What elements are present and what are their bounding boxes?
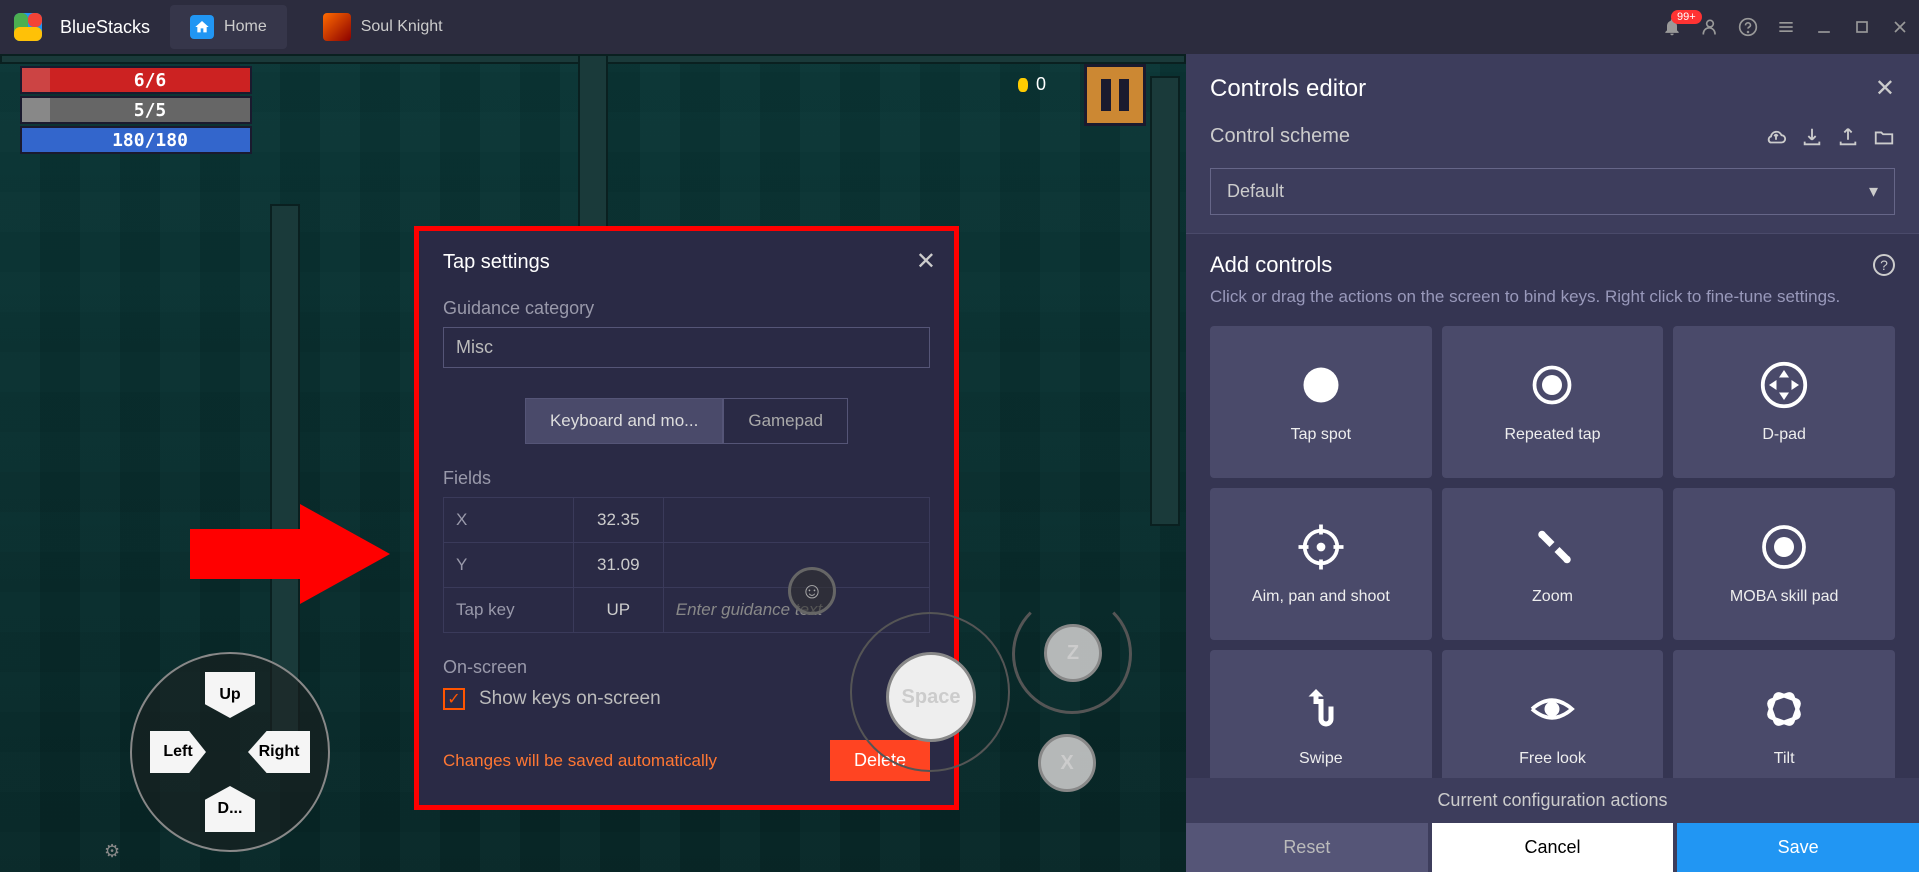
zoom-icon — [1527, 522, 1577, 572]
add-controls-help-icon[interactable]: ? — [1873, 254, 1895, 276]
menu-icon[interactable] — [1775, 16, 1797, 38]
tap-spot-icon — [1296, 360, 1346, 410]
table-row: X32.35 — [444, 498, 930, 543]
account-icon[interactable] — [1699, 16, 1721, 38]
control-free-look[interactable]: Free look — [1442, 650, 1664, 779]
cancel-button[interactable]: Cancel — [1432, 823, 1674, 872]
control-moba-pad[interactable]: MOBA skill pad — [1673, 488, 1895, 640]
close-window-icon[interactable] — [1889, 16, 1911, 38]
guidance-category-input[interactable] — [443, 327, 930, 368]
control-repeated-tap[interactable]: Repeated tap — [1442, 326, 1664, 478]
modal-close-icon[interactable]: ✕ — [916, 247, 936, 276]
sidebar-close-icon[interactable]: ✕ — [1875, 74, 1895, 103]
tab-keyboard-mouse[interactable]: Keyboard and mo... — [525, 398, 723, 444]
moba-pad-icon — [1759, 522, 1809, 572]
pause-button[interactable] — [1084, 64, 1146, 126]
home-icon — [190, 15, 214, 39]
x-value-input[interactable]: 32.35 — [573, 498, 663, 543]
modal-title: Tap settings — [443, 251, 930, 274]
dpad-down[interactable]: D... — [205, 786, 255, 832]
fields-table: X32.35 Y31.09 Tap keyUPEnter guidance te… — [443, 497, 930, 633]
table-row: Y31.09 — [444, 543, 930, 588]
tap-key-input[interactable]: UP — [573, 588, 663, 633]
autosave-notice: Changes will be saved automatically — [443, 751, 717, 771]
notif-badge: 99+ — [1671, 10, 1702, 24]
minimize-icon[interactable] — [1813, 16, 1835, 38]
tab-game[interactable]: Soul Knight — [303, 3, 463, 51]
tilt-icon — [1759, 684, 1809, 734]
space-key-overlay[interactable]: Space — [886, 652, 976, 742]
dpad-icon — [1759, 360, 1809, 410]
emote-button[interactable]: ☺ — [788, 567, 836, 615]
shield-value: 5/5 — [50, 98, 250, 122]
dpad-right[interactable]: Right — [248, 731, 310, 773]
game-app-icon — [323, 13, 351, 41]
control-zoom[interactable]: Zoom — [1442, 488, 1664, 640]
dpad-overlay[interactable]: Up D... Left Right — [130, 652, 330, 852]
chevron-down-icon: ▾ — [1869, 181, 1878, 202]
swipe-icon — [1296, 684, 1346, 734]
save-button[interactable]: Save — [1677, 823, 1919, 872]
export-icon[interactable] — [1837, 126, 1859, 148]
game-viewport[interactable]: 6/6 5/5 180/180 0 Tap settings ✕ Guidanc… — [0, 54, 1186, 872]
dpad-settings-icon[interactable]: ⚙ — [104, 841, 120, 862]
show-keys-label: Show keys on-screen — [479, 688, 661, 710]
dpad-up[interactable]: Up — [205, 672, 255, 718]
brand-name: BlueStacks — [60, 17, 150, 38]
tab-game-label: Soul Knight — [361, 18, 443, 36]
current-config-label: Current configuration actions — [1186, 778, 1919, 823]
game-hud: 6/6 5/5 180/180 — [20, 66, 252, 156]
help-icon[interactable] — [1737, 16, 1759, 38]
control-scheme-label: Control scheme — [1210, 125, 1350, 148]
sidebar-title: Controls editor — [1210, 75, 1366, 103]
mp-value: 180/180 — [50, 128, 250, 152]
scheme-dropdown-value: Default — [1227, 181, 1284, 202]
control-dpad[interactable]: D-pad — [1673, 326, 1895, 478]
add-controls-hint: Click or drag the actions on the screen … — [1210, 284, 1895, 310]
fields-label: Fields — [443, 468, 930, 489]
control-tap-spot[interactable]: Tap spot — [1210, 326, 1432, 478]
bluestacks-logo-icon — [8, 7, 48, 47]
x-key-overlay[interactable]: X — [1038, 734, 1096, 792]
repeated-tap-icon — [1527, 360, 1577, 410]
input-mode-tabs: Keyboard and mo... Gamepad — [443, 398, 930, 444]
folder-icon[interactable] — [1873, 126, 1895, 148]
tab-home[interactable]: Home — [170, 5, 287, 49]
control-tilt[interactable]: Tilt — [1673, 650, 1895, 779]
dpad-left[interactable]: Left — [150, 731, 206, 773]
crosshair-icon — [1296, 522, 1346, 572]
topbar: BlueStacks Home Soul Knight 99+ — [0, 0, 1919, 54]
tab-home-label: Home — [224, 18, 267, 36]
z-key-overlay[interactable]: Z — [1044, 624, 1102, 682]
y-value-input[interactable]: 31.09 — [573, 543, 663, 588]
show-keys-checkbox[interactable]: ✓ — [443, 688, 465, 710]
control-aim-pan-shoot[interactable]: Aim, pan and shoot — [1210, 488, 1432, 640]
scheme-dropdown[interactable]: Default ▾ — [1210, 168, 1895, 215]
table-row: Tap keyUPEnter guidance text — [444, 588, 930, 633]
controls-editor-panel: Controls editor ✕ Control scheme Default… — [1186, 54, 1919, 872]
coin-counter: 0 — [1018, 74, 1046, 95]
hp-value: 6/6 — [50, 68, 250, 92]
annotation-arrow-icon — [190, 504, 390, 604]
notifications-button[interactable]: 99+ — [1661, 16, 1683, 38]
tab-gamepad[interactable]: Gamepad — [723, 398, 848, 444]
guidance-category-label: Guidance category — [443, 298, 930, 319]
reset-button[interactable]: Reset — [1186, 823, 1428, 872]
cloud-upload-icon[interactable] — [1765, 126, 1787, 148]
maximize-icon[interactable] — [1851, 16, 1873, 38]
control-swipe[interactable]: Swipe — [1210, 650, 1432, 779]
add-controls-title: Add controls — [1210, 252, 1332, 278]
free-look-icon — [1527, 684, 1577, 734]
import-icon[interactable] — [1801, 126, 1823, 148]
